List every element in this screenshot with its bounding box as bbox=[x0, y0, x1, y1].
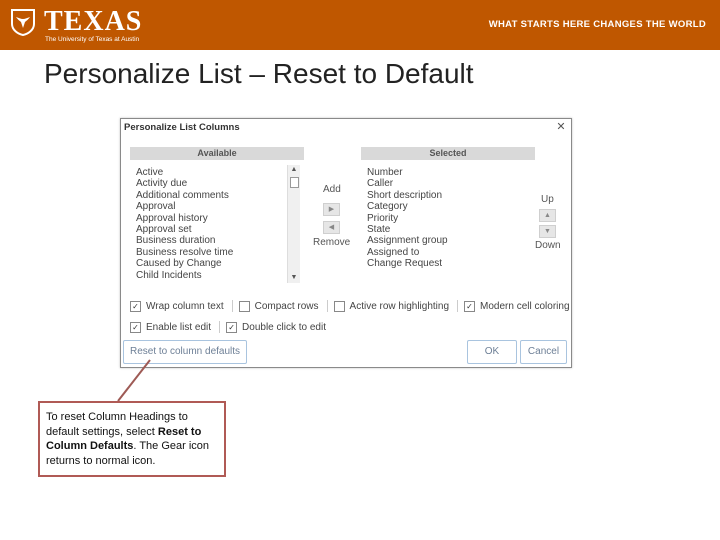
callout-note: To reset Column Headings to default sett… bbox=[38, 401, 226, 477]
